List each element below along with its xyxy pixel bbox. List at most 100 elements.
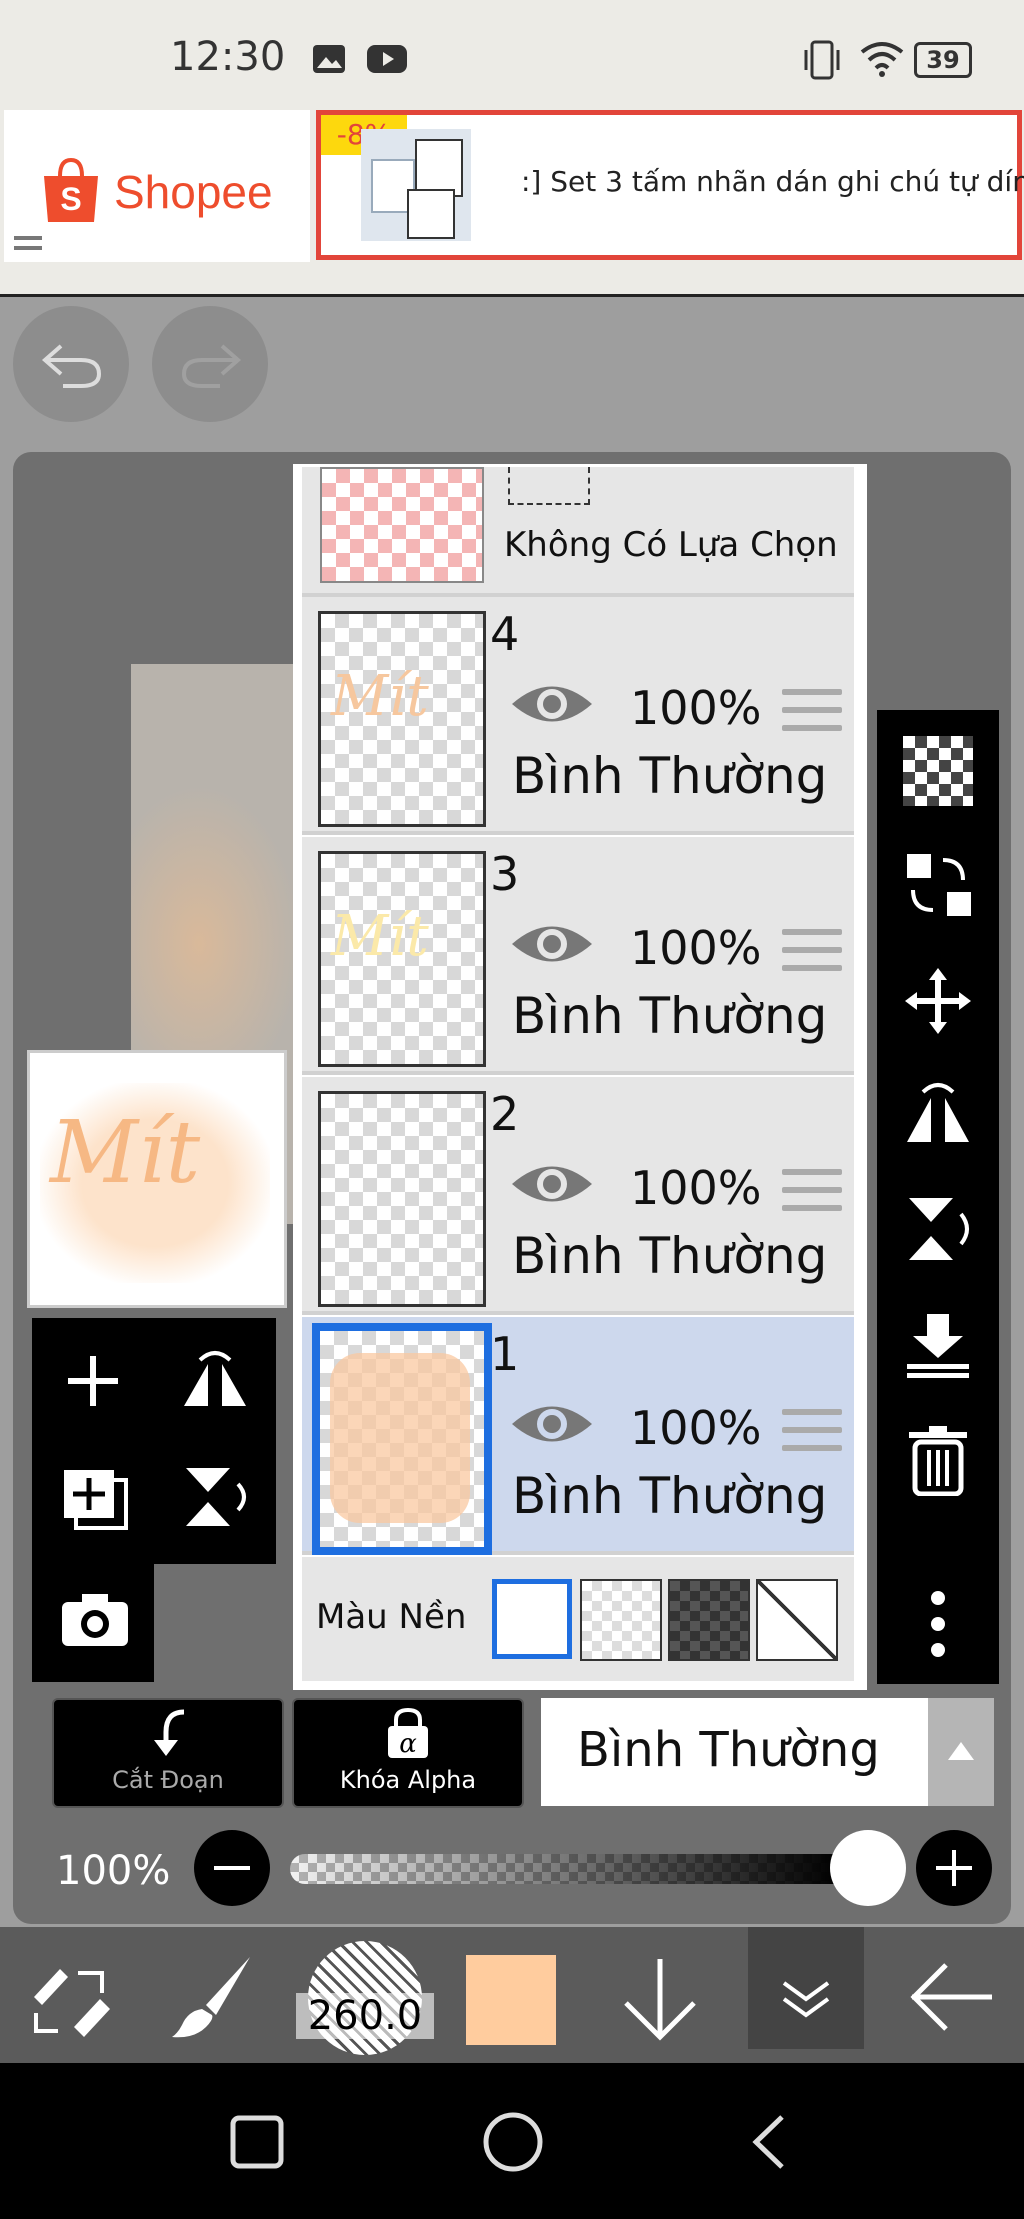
gallery-icon [313, 45, 345, 73]
opacity-slider[interactable] [290, 1854, 900, 1884]
layer-thumbnail: Mít [318, 611, 486, 827]
layer-number: 1 [490, 1327, 520, 1381]
drag-handle-icon[interactable] [782, 689, 842, 743]
selection-thumbnail [320, 467, 484, 583]
canvas-preview[interactable]: Mít [27, 1050, 287, 1308]
vibrate-icon [804, 40, 840, 80]
back-icon[interactable] [750, 2113, 786, 2171]
layers-panel: Không Có Lựa Chọn Mít 4 100% Bình Thường… [293, 464, 867, 1690]
drag-handle-icon[interactable] [782, 929, 842, 983]
collapse-panel-button[interactable] [748, 1927, 864, 2049]
undo-button[interactable] [13, 306, 129, 422]
flip-canvas-vertical-icon[interactable] [180, 1464, 250, 1530]
drag-handle-icon[interactable] [782, 1169, 842, 1223]
clipping-button[interactable]: Cắt Đoạn [52, 1698, 284, 1808]
layer-number: 4 [490, 607, 520, 661]
layer-thumb-art: Mít [331, 904, 429, 969]
arrow-down-icon[interactable] [620, 1957, 700, 2041]
triangle-up-icon [948, 1742, 974, 1760]
transparency-icon[interactable] [903, 736, 973, 806]
layer-tools-toolbar [877, 710, 999, 1684]
selection-layer[interactable]: Không Có Lựa Chọn [302, 467, 854, 597]
bg-transparent-swatch[interactable] [580, 1579, 662, 1661]
bg-none-swatch[interactable] [756, 1579, 838, 1661]
layer-transfer-icon[interactable] [903, 850, 973, 920]
layer-blend-mode: Bình Thường [512, 747, 828, 805]
blend-mode-select[interactable]: Bình Thường [541, 1698, 993, 1806]
opacity-decrease-button[interactable] [194, 1830, 270, 1906]
plus-icon [936, 1850, 972, 1886]
clip-arrow-icon [154, 1709, 185, 1756]
layer-row-2[interactable]: 2 100% Bình Thường [302, 1077, 854, 1315]
layer-opacity: 100% [630, 1401, 762, 1455]
svg-text:α: α [399, 1729, 417, 1759]
selection-marquee-icon [508, 467, 590, 505]
camera-icon[interactable] [60, 1590, 130, 1648]
alpha-lock-button[interactable]: α Khóa Alpha [292, 1698, 524, 1808]
blend-dropdown-button[interactable] [928, 1698, 994, 1806]
brush-size-value: 260.0 [296, 1993, 434, 2039]
alpha-lock-label: Khóa Alpha [339, 1766, 477, 1794]
redo-button[interactable] [152, 306, 268, 422]
shopee-bag-icon: S [44, 158, 98, 222]
layer-number: 3 [490, 847, 520, 901]
more-options-icon[interactable] [927, 1588, 949, 1660]
layer-thumbnail [312, 1323, 492, 1555]
background-color-row: Màu Nền [302, 1557, 854, 1681]
layer-number: 2 [490, 1087, 520, 1141]
background-label: Màu Nền [316, 1597, 467, 1637]
flip-vertical-icon[interactable] [903, 1194, 973, 1264]
double-chevron-down-icon [782, 1981, 830, 2018]
move-icon[interactable] [903, 966, 973, 1036]
merge-down-icon[interactable] [903, 1310, 973, 1380]
layer-thumbnail: Mít [318, 851, 486, 1067]
arrow-left-icon[interactable] [910, 1961, 994, 2033]
layer-row-4[interactable]: Mít 4 100% Bình Thường [302, 597, 854, 835]
home-icon[interactable] [482, 2111, 544, 2173]
drag-handle-icon[interactable] [782, 1409, 842, 1463]
eye-icon[interactable] [510, 1399, 594, 1449]
blend-mode-value: Bình Thường [577, 1722, 880, 1778]
layer-thumbnail [318, 1091, 486, 1307]
undo-icon [41, 344, 102, 388]
redo-icon [181, 344, 242, 388]
system-nav-bar [0, 2063, 1024, 2219]
add-layer-icon[interactable] [66, 1354, 120, 1408]
wifi-icon [860, 42, 904, 77]
opacity-increase-button[interactable] [916, 1830, 992, 1906]
brush-size-button[interactable]: 260.0 [296, 1941, 434, 2055]
ad-banner[interactable]: S Shopee -8% :] Set 3 tấm nhãn dán ghi c… [0, 104, 1024, 297]
selection-label: Không Có Lựa Chọn [504, 525, 838, 565]
battery-indicator: 39 [914, 42, 972, 78]
recent-apps-icon[interactable] [230, 2115, 284, 2169]
shopee-logo-box[interactable]: S Shopee [4, 110, 310, 262]
clipping-label: Cắt Đoạn [112, 1766, 224, 1794]
layer-row-3[interactable]: Mít 3 100% Bình Thường [302, 837, 854, 1075]
flip-canvas-horizontal-icon[interactable] [180, 1350, 250, 1410]
tool-switch-icon[interactable] [28, 1957, 114, 2039]
ad-product[interactable]: -8% :] Set 3 tấm nhãn dán ghi chú tự dín [316, 110, 1024, 260]
lock-icon: α [388, 1707, 428, 1759]
eye-icon[interactable] [510, 1159, 594, 1209]
left-tools-panel [32, 1318, 276, 1682]
opacity-label: 100% [56, 1848, 171, 1894]
duplicate-layer-icon[interactable] [62, 1468, 130, 1530]
brush-icon[interactable] [170, 1953, 254, 2039]
eye-icon[interactable] [510, 919, 594, 969]
layer-opacity: 100% [630, 921, 762, 975]
layer-blend-mode: Bình Thường [512, 987, 828, 1045]
svg-text:S: S [60, 181, 81, 217]
flip-horizontal-icon[interactable] [903, 1080, 973, 1150]
preview-art-text: Mít [50, 1103, 201, 1203]
bottom-toolbar: 260.0 [0, 1927, 1024, 2063]
bg-dark-swatch[interactable] [668, 1579, 750, 1661]
bg-white-swatch[interactable] [492, 1579, 572, 1659]
layer-row-1[interactable]: 1 100% Bình Thường [302, 1317, 854, 1555]
trash-icon[interactable] [907, 1424, 969, 1496]
opacity-slider-knob[interactable] [830, 1830, 906, 1906]
layer-blend-mode: Bình Thường [512, 1227, 828, 1285]
color-swatch-button[interactable] [466, 1955, 556, 2045]
eye-icon[interactable] [510, 679, 594, 729]
layer-opacity: 100% [630, 681, 762, 735]
ad-product-text: :] Set 3 tấm nhãn dán ghi chú tự dín [521, 165, 1024, 198]
